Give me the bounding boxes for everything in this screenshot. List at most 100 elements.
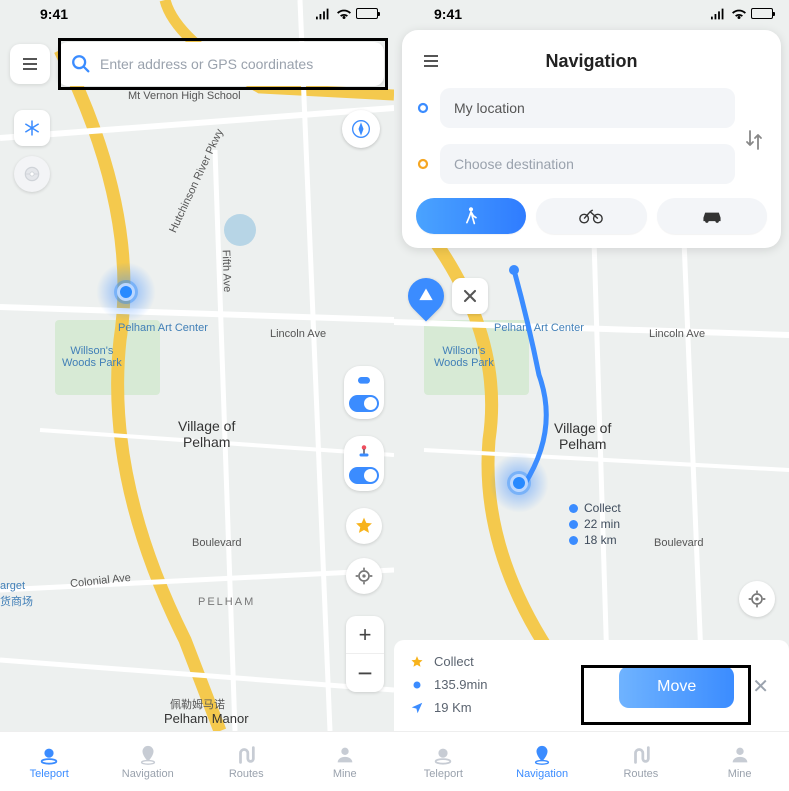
tab-teleport[interactable]: Teleport xyxy=(394,732,493,791)
close-pin-button[interactable] xyxy=(452,278,488,314)
map[interactable]: Mt Vernon High School Hutchinson River P… xyxy=(0,0,394,731)
to-field[interactable]: Choose destination xyxy=(440,144,735,184)
locate-button[interactable] xyxy=(739,581,775,617)
tab-routes[interactable]: Routes xyxy=(592,732,691,791)
locate-button[interactable] xyxy=(346,558,382,594)
tab-label: Routes xyxy=(623,768,658,780)
hamburger-icon xyxy=(421,51,441,71)
highlight-move xyxy=(581,665,751,725)
tab-mine[interactable]: Mine xyxy=(296,732,395,791)
dot-icon xyxy=(410,678,424,692)
tab-mine[interactable]: Mine xyxy=(690,732,789,791)
mode-bike-button[interactable] xyxy=(536,198,646,234)
label-boulevard: Boulevard xyxy=(654,537,704,549)
tab-teleport[interactable]: Teleport xyxy=(0,732,99,791)
phone-right: Pelham Art Center Lincoln Ave Willson's … xyxy=(394,0,789,791)
label-lincoln: Lincoln Ave xyxy=(649,328,705,340)
signal-icon xyxy=(711,8,727,20)
navigation-card: Navigation My location Choose destinatio… xyxy=(402,30,781,248)
menu-button[interactable] xyxy=(10,44,50,84)
tab-label: Routes xyxy=(229,768,264,780)
label-village-pelham: Village of Pelham xyxy=(178,418,235,450)
joystick-icon xyxy=(354,443,374,461)
tab-navigation[interactable]: Navigation xyxy=(99,732,198,791)
joystick-toggle[interactable] xyxy=(344,436,384,491)
routes-icon xyxy=(629,744,653,766)
compass-button[interactable] xyxy=(342,110,380,148)
nav-arrow-icon xyxy=(410,701,424,715)
label-boulevard: Boulevard xyxy=(192,537,242,549)
navigation-icon xyxy=(530,744,554,766)
tooltip-dist: 18 km xyxy=(584,533,617,547)
pokeball-button[interactable] xyxy=(14,156,50,192)
gamepad-icon xyxy=(354,373,374,389)
toggle-on-icon xyxy=(349,467,379,484)
teleport-icon xyxy=(431,744,455,766)
routes-icon xyxy=(234,744,258,766)
label-lincoln: Lincoln Ave xyxy=(270,328,326,340)
navigation-icon xyxy=(136,744,160,766)
star-icon xyxy=(410,655,424,669)
label-willson: Willson's Woods Park xyxy=(62,345,122,369)
label-pelham-manor: Pelham Manor xyxy=(164,711,249,726)
walk-icon xyxy=(462,206,480,226)
car-icon xyxy=(700,208,724,224)
favorite-button[interactable] xyxy=(346,508,382,544)
label-target-cn: 货商场 xyxy=(0,593,33,609)
swap-icon xyxy=(744,128,764,152)
my-location-marker xyxy=(489,453,549,513)
close-icon xyxy=(460,286,480,306)
dest-pin-icon xyxy=(416,157,430,171)
my-location-marker xyxy=(96,262,156,322)
gamepad-toggle[interactable] xyxy=(344,366,384,419)
panel-collect: Collect xyxy=(434,654,474,669)
label-fifth-ave: Fifth Ave xyxy=(220,249,233,292)
route-tooltip: Collect 22 min 18 km xyxy=(569,501,621,549)
swap-button[interactable] xyxy=(741,88,767,192)
zoom-controls: + − xyxy=(346,616,384,692)
panel-time: 135.9min xyxy=(434,677,487,692)
tab-bar: Teleport Navigation Routes Mine xyxy=(0,731,394,791)
pokeball-icon xyxy=(22,164,42,184)
status-bar: 9:41 xyxy=(0,0,394,24)
label-pelham: PELHAM xyxy=(198,596,255,608)
label-peileimu: 佩勒姆马诺 xyxy=(170,696,225,712)
tooltip-time: 22 min xyxy=(584,517,620,531)
mode-car-button[interactable] xyxy=(657,198,767,234)
status-time: 9:41 xyxy=(40,6,68,22)
from-value: My location xyxy=(454,100,525,116)
crosshair-icon xyxy=(747,589,767,609)
status-time: 9:41 xyxy=(434,6,462,22)
wifi-icon xyxy=(731,8,747,20)
label-pelham-art: Pelham Art Center xyxy=(118,322,208,334)
compass-icon xyxy=(351,119,371,139)
menu-button[interactable] xyxy=(416,46,446,76)
panel-close-button[interactable]: ✕ xyxy=(748,674,773,699)
signal-icon xyxy=(316,8,332,20)
tab-label: Mine xyxy=(333,768,357,780)
teleport-icon xyxy=(37,744,61,766)
map-background xyxy=(0,0,394,731)
hamburger-icon xyxy=(20,54,40,74)
tooltip-collect: Collect xyxy=(584,501,621,515)
tab-routes[interactable]: Routes xyxy=(197,732,296,791)
wifi-icon xyxy=(336,8,352,20)
nav-title: Navigation xyxy=(454,51,729,72)
zoom-out-button[interactable]: − xyxy=(346,654,384,692)
tab-label: Navigation xyxy=(516,768,568,780)
crosshair-icon xyxy=(354,566,374,586)
tab-bar: Teleport Navigation Routes Mine xyxy=(394,731,789,791)
label-willson: Willson's Woods Park xyxy=(434,345,494,369)
from-field[interactable]: My location xyxy=(440,88,735,128)
origin-pin-icon xyxy=(416,101,430,115)
zoom-in-button[interactable]: + xyxy=(346,616,384,654)
panel-dist: 19 Km xyxy=(434,700,472,715)
star-icon xyxy=(354,516,374,536)
bike-icon xyxy=(579,207,603,225)
toggle-on-icon xyxy=(349,395,379,412)
tab-navigation[interactable]: Navigation xyxy=(493,732,592,791)
pin-icon xyxy=(416,286,436,306)
tab-label: Navigation xyxy=(122,768,174,780)
mode-walk-button[interactable] xyxy=(416,198,526,234)
snowflake-button[interactable] xyxy=(14,110,50,146)
